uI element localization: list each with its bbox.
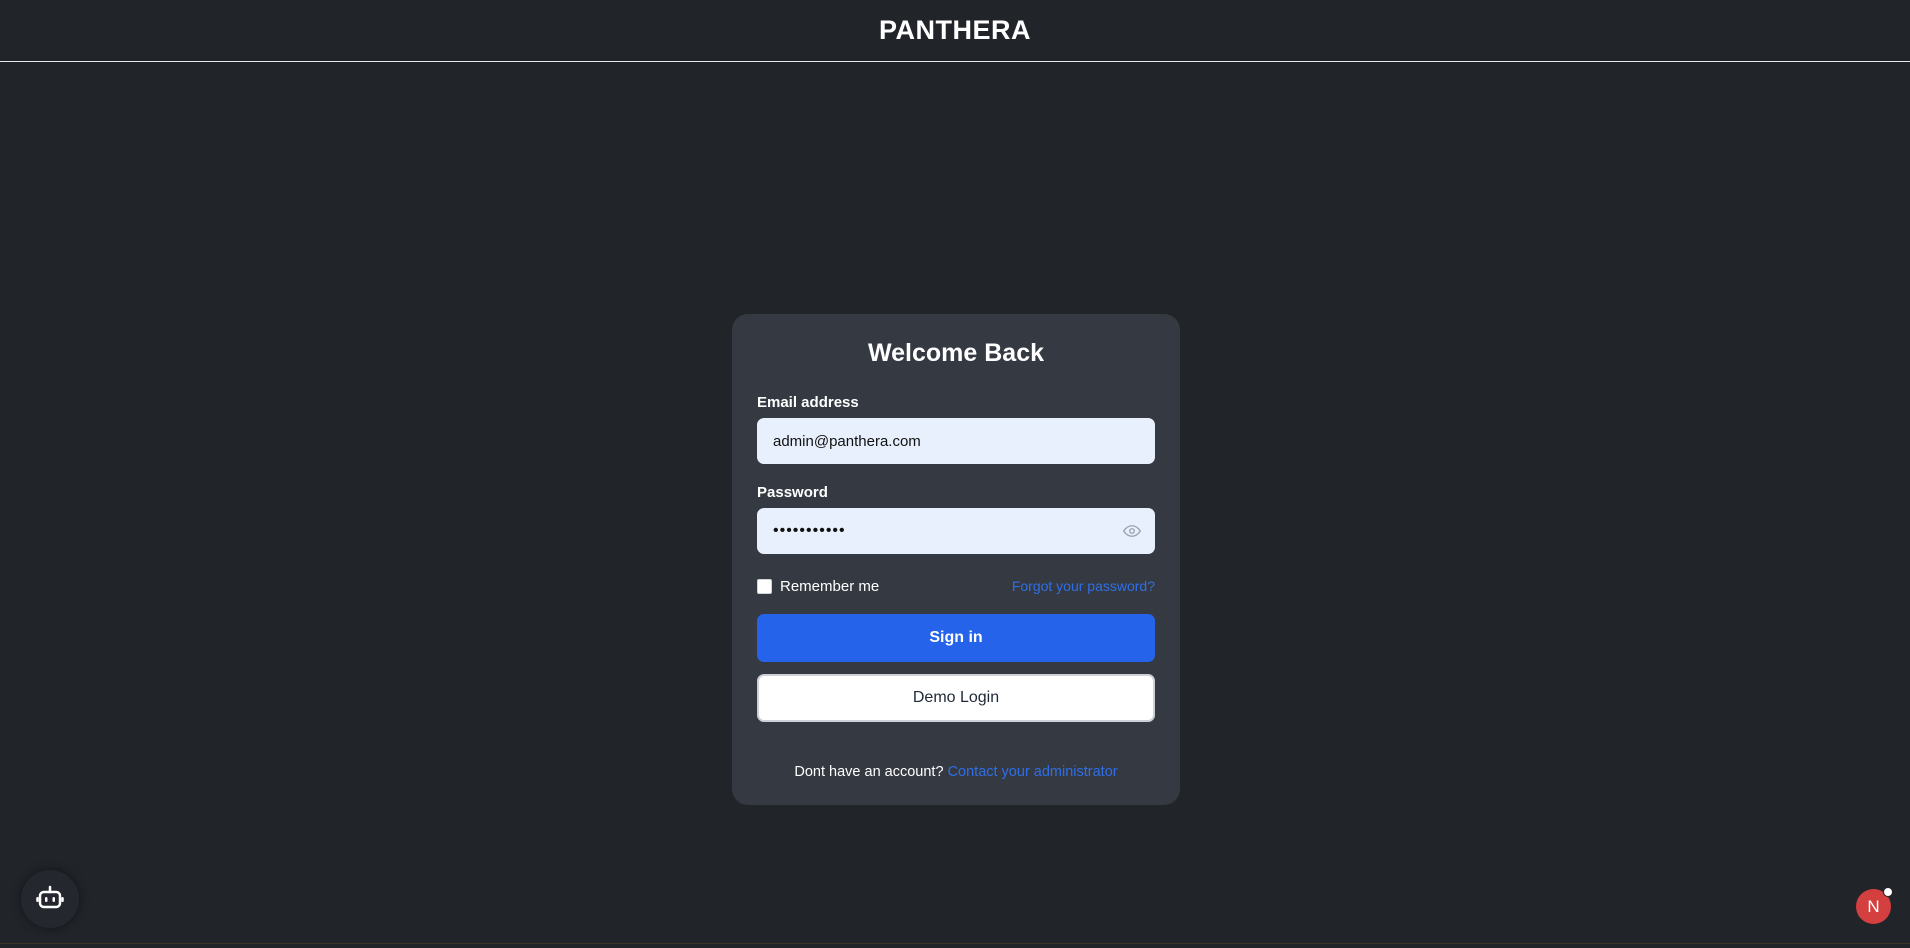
- signup-text: Dont have an account?: [794, 764, 944, 780]
- avatar[interactable]: N: [1856, 887, 1893, 924]
- demo-login-button[interactable]: Demo Login: [757, 674, 1155, 722]
- email-label: Email address: [757, 394, 859, 411]
- remember-me[interactable]: Remember me: [757, 578, 879, 595]
- email-field[interactable]: admin@panthera.com: [757, 418, 1155, 464]
- password-field[interactable]: •••••••••••: [757, 508, 1155, 554]
- avatar-initial: N: [1867, 896, 1880, 916]
- assistant-button[interactable]: [21, 870, 79, 928]
- eye-icon[interactable]: [1122, 522, 1142, 540]
- brand-logo[interactable]: PANTHERA: [879, 15, 1031, 46]
- password-label: Password: [757, 484, 828, 501]
- login-card: Welcome Back Email address admin@panther…: [732, 314, 1180, 805]
- signup-prompt: Dont have an account? Contact your admin…: [757, 764, 1155, 780]
- forgot-password-link[interactable]: Forgot your password?: [1012, 578, 1155, 594]
- remember-checkbox[interactable]: [757, 578, 772, 594]
- login-options: Remember me Forgot your password?: [757, 576, 1155, 596]
- password-value: •••••••••••: [773, 522, 846, 539]
- bottom-divider: [0, 943, 1910, 944]
- email-value: admin@panthera.com: [773, 432, 921, 450]
- remember-label: Remember me: [780, 577, 880, 595]
- contact-admin-link[interactable]: Contact your administrator: [948, 764, 1118, 780]
- login-title: Welcome Back: [867, 339, 1044, 367]
- notification-dot: [1883, 887, 1893, 897]
- top-bar: PANTHERA: [0, 0, 1910, 62]
- robot-icon: [35, 882, 65, 917]
- sign-in-button[interactable]: Sign in: [757, 614, 1155, 662]
